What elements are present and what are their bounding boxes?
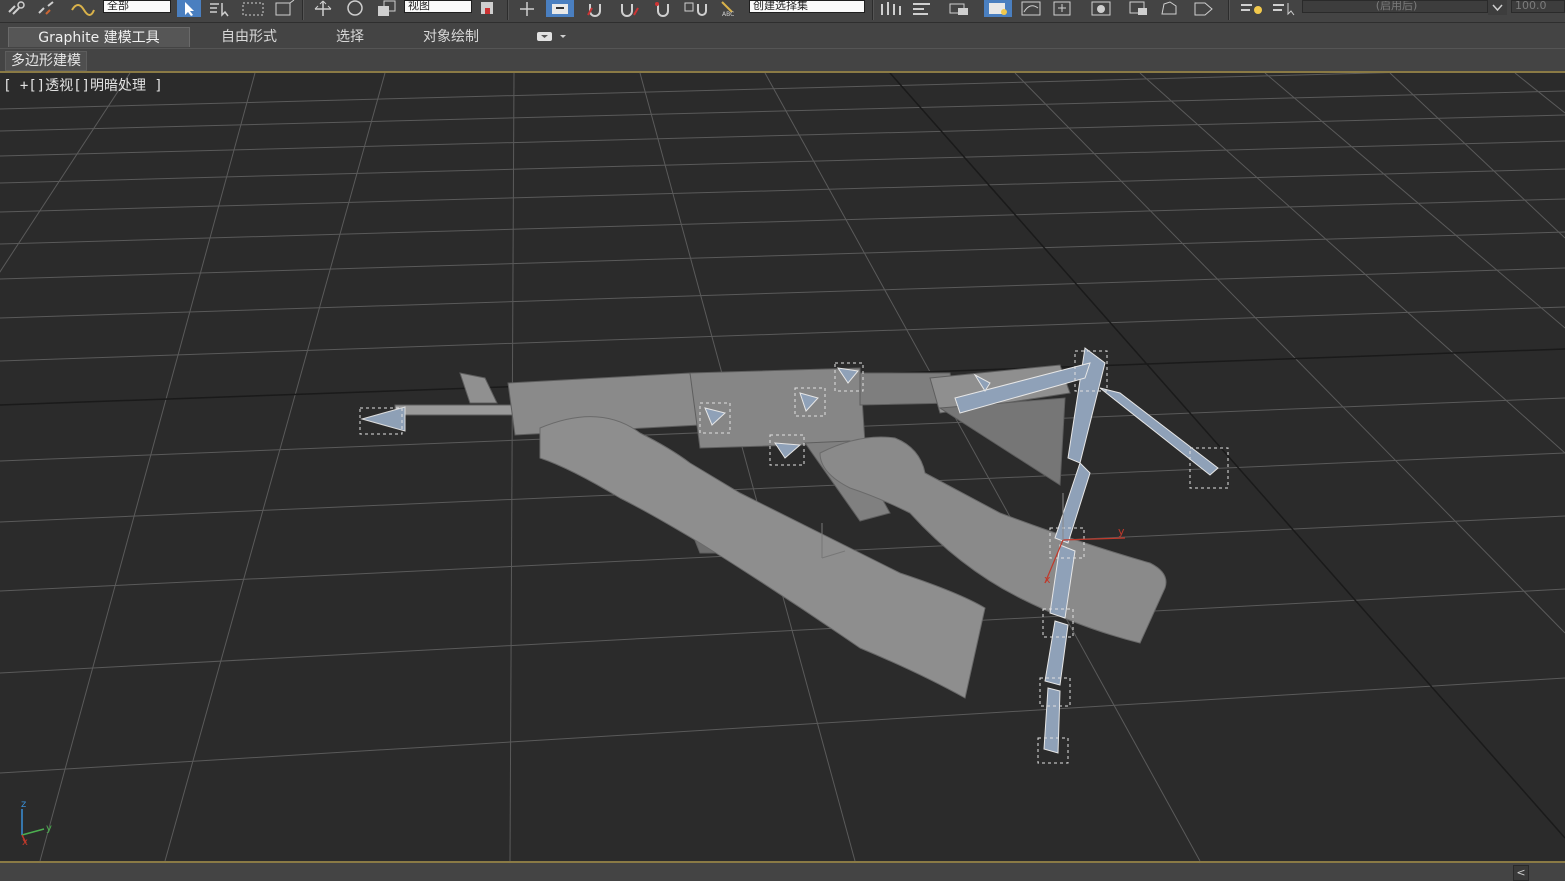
toolbar-separator (872, 0, 874, 20)
viewport-label[interactable]: [ +[]透视[]明暗处理 ] (3, 75, 163, 95)
toolbar-separator (507, 0, 509, 20)
angle-snap-icon[interactable] (616, 0, 644, 17)
schematic-view-icon[interactable] (1050, 0, 1076, 17)
select-by-name-icon[interactable] (208, 0, 234, 17)
toolbar-separator (302, 0, 304, 20)
curve-editor-icon[interactable] (1018, 0, 1046, 17)
align-icon[interactable] (910, 0, 936, 17)
world-axis-y-label: y (46, 823, 52, 834)
ribbon-options-icon[interactable] (536, 30, 570, 44)
link-icon[interactable] (6, 0, 28, 17)
ribbon-tab-bar: Graphite 建模工具 自由形式 选择 对象绘制 (0, 24, 1565, 48)
select-object-icon[interactable] (177, 0, 201, 17)
gizmo-y-label: y (1118, 525, 1125, 538)
move-icon[interactable] (310, 0, 336, 17)
scale-icon[interactable] (374, 0, 400, 17)
render-setup-icon[interactable] (1124, 0, 1152, 17)
world-axis-z-label: z (21, 799, 27, 810)
layer-manager-icon[interactable] (946, 0, 974, 17)
ribbon-panel-row: 多边形建模 (0, 48, 1565, 71)
rect-select-region-icon[interactable] (240, 0, 268, 17)
tab-graphite-modeling-tools[interactable]: Graphite 建模工具 (8, 27, 190, 47)
tab-selection[interactable]: 选择 (316, 27, 384, 47)
spinner-value-field[interactable]: 100.0 (1511, 0, 1565, 13)
unlink-icon[interactable] (36, 0, 58, 17)
tab-freeform[interactable]: 自由形式 (200, 27, 298, 47)
polygon-modeling-panel[interactable]: 多边形建模 (5, 51, 87, 71)
world-axis-x-label: x (22, 837, 28, 848)
select-list-icon[interactable] (1270, 0, 1298, 17)
window-crossing-icon[interactable] (272, 0, 296, 17)
percent-snap-icon[interactable] (652, 0, 676, 17)
toolbar-separator (1228, 0, 1230, 20)
rendered-frame-window-icon[interactable] (1156, 0, 1184, 17)
use-pivot-center-icon[interactable] (477, 0, 501, 17)
gizmo-x-label: x (1044, 573, 1051, 586)
main-toolbar: 全部 视图 ABC 创建选择集 (启用后) 100.0 (0, 0, 1565, 23)
light-list-icon[interactable] (1238, 0, 1266, 17)
selection-filter-dropdown[interactable]: 全部 (103, 0, 171, 13)
tab-object-paint[interactable]: 对象绘制 (404, 27, 498, 47)
material-editor-icon[interactable] (1088, 0, 1116, 17)
rotate-icon[interactable] (342, 0, 368, 17)
chevron-down-icon[interactable] (1488, 0, 1507, 15)
render-production-icon[interactable] (1190, 0, 1218, 17)
reference-coordinate-dropdown[interactable]: 视图 (404, 0, 472, 13)
bone-front[interactable] (360, 406, 406, 432)
snaps-toggle-icon[interactable] (584, 0, 612, 17)
edit-named-selection-icon[interactable]: ABC (716, 0, 742, 17)
select-and-manipulate-icon[interactable] (514, 0, 540, 17)
scroll-left-button[interactable]: < (1513, 865, 1529, 881)
perspective-viewport[interactable]: [ +[]透视[]明暗处理 ] z y x y x (0, 73, 1565, 861)
keyboard-shortcut-override-icon[interactable] (546, 0, 574, 17)
spinner-snap-icon[interactable] (682, 0, 710, 17)
graphite-toggle-icon[interactable] (984, 0, 1012, 17)
svg-text:ABC: ABC (722, 11, 734, 17)
named-selection-set-dropdown[interactable]: 创建选择集 (749, 0, 865, 13)
bind-space-warp-icon[interactable] (70, 0, 96, 17)
mirror-icon[interactable] (878, 0, 904, 17)
status-bar: < (0, 861, 1565, 881)
viewport-grid (0, 73, 1565, 861)
disabled-input-field: (启用后) (1302, 0, 1488, 13)
